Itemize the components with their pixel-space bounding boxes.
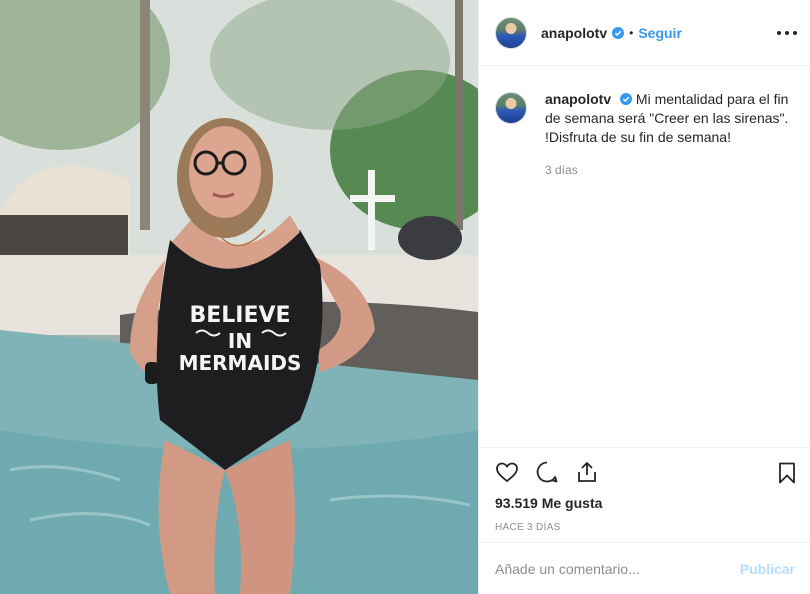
header-username[interactable]: anapolotv [541, 25, 607, 41]
swimsuit-text-line-1: BELIEVE [189, 303, 290, 328]
swimsuit-text-line-3: MERMAIDS [179, 351, 302, 375]
publish-button[interactable]: Publicar [740, 561, 795, 577]
comment-input[interactable] [495, 560, 740, 577]
header-separator: • [629, 25, 634, 40]
caption-username[interactable]: anapolotv [545, 91, 611, 107]
bookmark-icon[interactable] [775, 461, 799, 485]
post-timestamp[interactable]: HACE 3 DÍAS [479, 522, 810, 533]
post-photo-illustration: BELIEVE IN MERMAIDS [0, 0, 478, 594]
avatar[interactable] [495, 16, 527, 49]
swimsuit-text-line-2: IN [228, 329, 252, 353]
follow-button[interactable]: Seguir [638, 25, 682, 41]
post-header: anapolotv • Seguir [479, 0, 810, 66]
caption-body: anapolotv Mi mentalidad para el fin de s… [545, 90, 797, 180]
post-actions-section: 93.519 Me gusta HACE 3 DÍAS [479, 447, 810, 533]
heart-icon[interactable] [495, 460, 519, 484]
post-dialog: BELIEVE IN MERMAIDS anapolotv • Seguir a… [0, 0, 810, 594]
share-icon[interactable] [575, 460, 599, 484]
post-side-panel: anapolotv • Seguir anapolotv Mi mentalid… [478, 0, 810, 594]
post-photo[interactable]: BELIEVE IN MERMAIDS [0, 0, 478, 594]
caption-comment: anapolotv Mi mentalidad para el fin de s… [495, 90, 797, 180]
add-comment-bar: Publicar [479, 542, 810, 594]
verified-badge-icon [620, 93, 633, 105]
caption-avatar[interactable] [495, 92, 527, 124]
comment-icon[interactable] [535, 460, 559, 484]
more-options-icon[interactable] [777, 23, 797, 43]
verified-badge-icon [612, 26, 625, 39]
action-bar [479, 448, 810, 498]
caption-time[interactable]: 3 días [545, 161, 797, 180]
